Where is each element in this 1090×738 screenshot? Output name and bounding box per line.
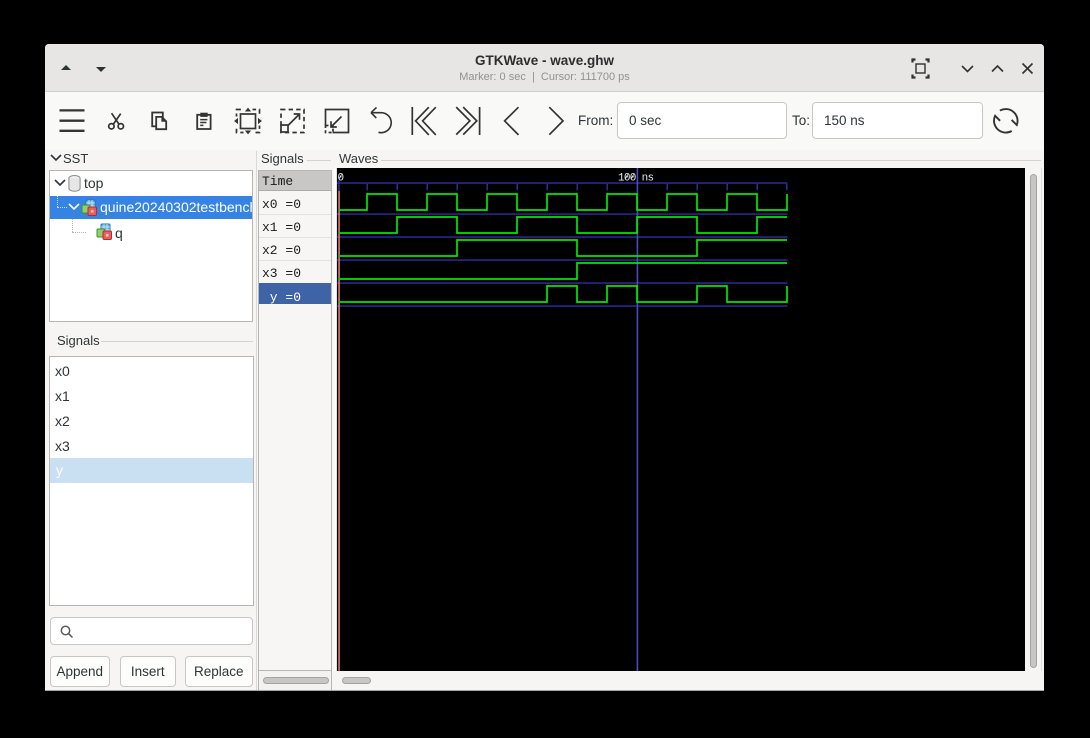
svg-text:100 ns: 100 ns bbox=[618, 173, 654, 185]
svg-text:0: 0 bbox=[338, 173, 344, 185]
